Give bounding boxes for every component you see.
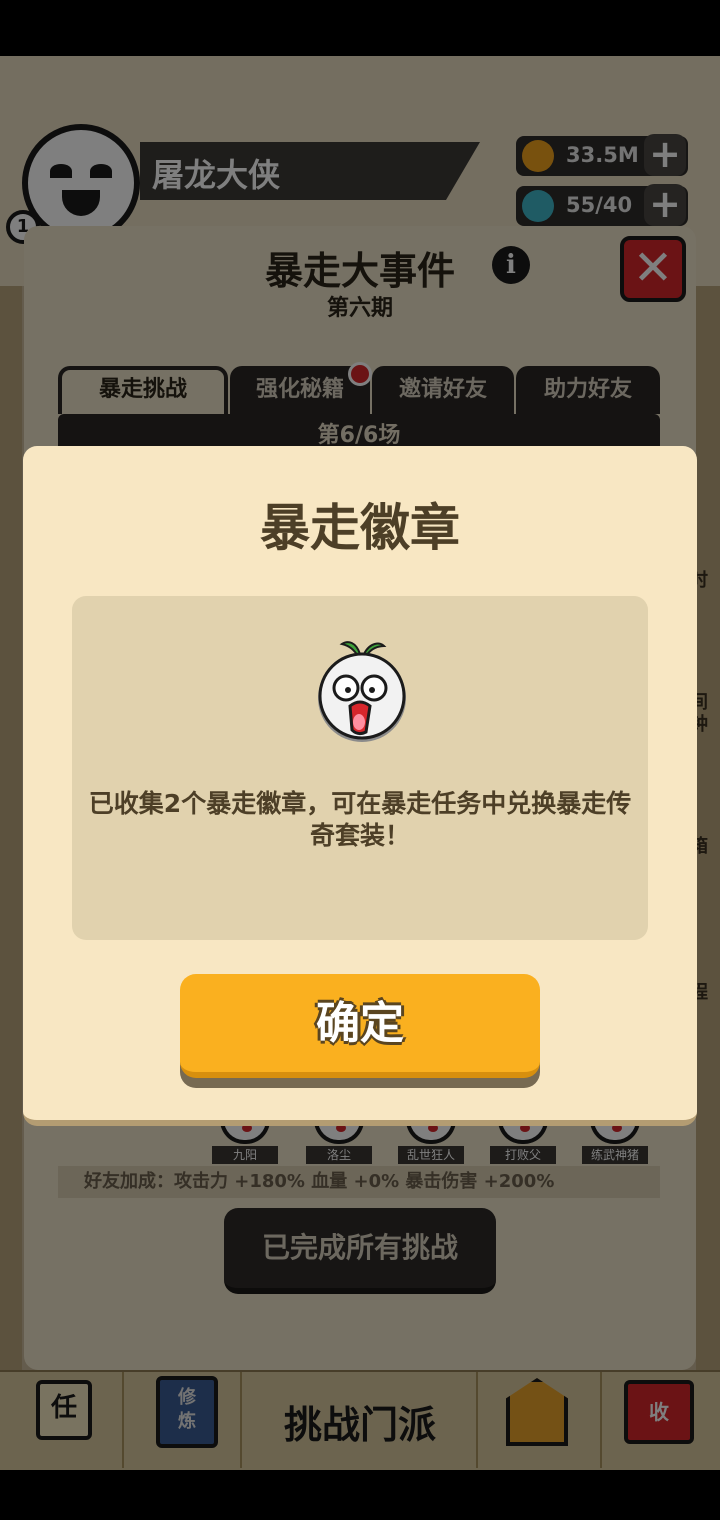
confirm-button[interactable]: 确定: [180, 974, 540, 1088]
screaming-turnip-badge-icon: [318, 641, 406, 742]
badge-message: 已收集2个暴走徽章，可在暴走任务中兑换暴走传奇套装！: [88, 789, 632, 850]
confirm-button-label: 确定: [180, 974, 540, 1078]
game-screen: 屠龙大侠 1 33.5M + 55/40 + 时 间 钟 箱 程 暴走大事件 i…: [0, 0, 720, 1520]
modal-title: 暴走徽章: [260, 499, 460, 557]
modal-content-box: 已收集2个暴走徽章，可在暴走任务中兑换暴走传奇套装！: [72, 596, 648, 940]
badge-modal: 暴走徽章 已收集2个暴走徽章，可在暴走任务中兑换暴走传奇套装！ 确定: [23, 446, 697, 1126]
